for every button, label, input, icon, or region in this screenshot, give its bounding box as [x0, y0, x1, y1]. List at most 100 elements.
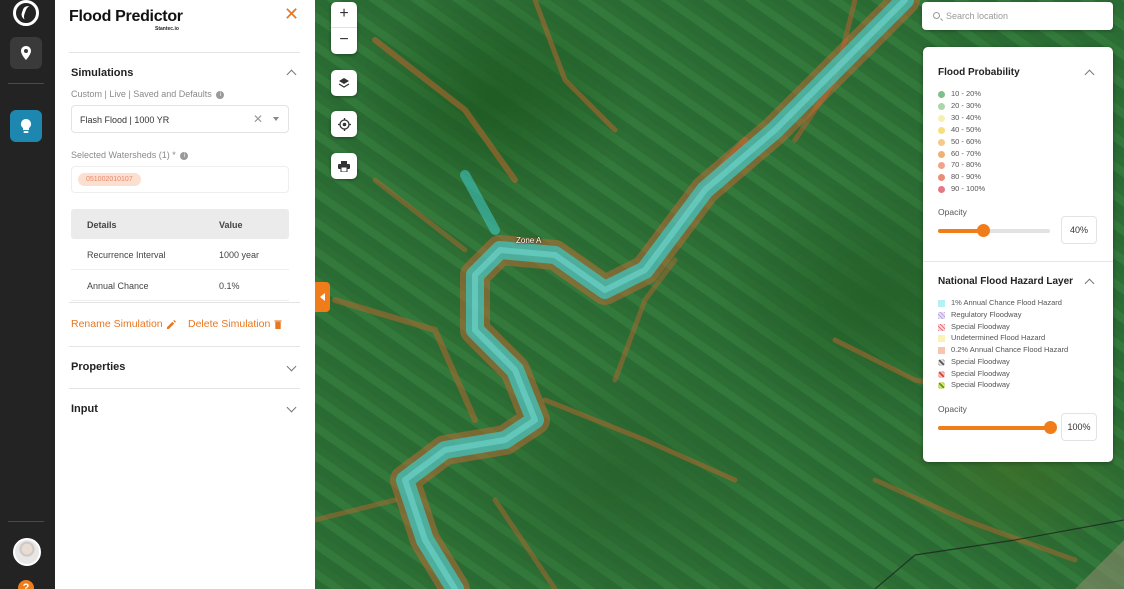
table-cell-detail: Recurrence Interval: [87, 250, 166, 260]
watershed-chip[interactable]: 051002010107: [78, 173, 141, 186]
chevron-down-icon[interactable]: [286, 402, 297, 413]
legend-swatch: [938, 381, 945, 389]
chevron-up-icon[interactable]: [286, 69, 297, 80]
slider-fill: [938, 426, 1050, 430]
chevron-down-icon[interactable]: [286, 361, 297, 372]
clear-icon[interactable]: ✕: [253, 112, 263, 126]
legend-swatch: [938, 114, 945, 122]
legend-swatch: [938, 138, 945, 146]
zone-label: Zone A: [516, 236, 542, 245]
rail-divider: [8, 521, 44, 522]
caret-down-icon[interactable]: [273, 117, 279, 121]
legend-swatch: [938, 173, 945, 181]
divider: [69, 302, 300, 303]
zoom-out-button[interactable]: −: [331, 28, 357, 54]
legend-item: 10 - 20%: [938, 89, 981, 98]
legend-item: Special Floodway: [938, 369, 1010, 378]
rename-simulation-button[interactable]: Rename Simulation: [71, 318, 176, 330]
watersheds-label: Selected Watersheds (1) * i: [71, 150, 189, 160]
legend-swatch: [938, 161, 945, 169]
legend-item: 60 - 70%: [938, 149, 981, 158]
legend-item: Special Floodway: [938, 380, 1010, 389]
table-cell-value: 1000 year: [219, 250, 260, 260]
chevron-up-icon[interactable]: [1084, 278, 1095, 289]
map-view[interactable]: + − Zone A Flood Probability 10 - 20% 20…: [315, 0, 1124, 589]
flood-probability-opacity-value[interactable]: 40%: [1061, 216, 1097, 244]
divider: [923, 261, 1113, 262]
zoom-in-button[interactable]: +: [331, 2, 357, 28]
search-location: [922, 2, 1113, 30]
rail-divider: [8, 83, 44, 84]
details-column-header: Details: [87, 220, 117, 230]
simulation-panel: Flood Predictor Stantec.io ✕ Simulations…: [55, 0, 315, 589]
map-pin-icon: [21, 46, 31, 60]
avatar[interactable]: [13, 538, 41, 566]
legend-item: 70 - 80%: [938, 160, 981, 169]
search-input[interactable]: [946, 8, 1101, 24]
properties-section-header[interactable]: Properties: [71, 361, 125, 373]
legend-item: 30 - 40%: [938, 113, 981, 122]
simulations-button[interactable]: [10, 110, 42, 142]
legend-item: 50 - 60%: [938, 137, 981, 146]
divider: [69, 388, 300, 389]
main-river: [390, 0, 920, 589]
info-icon[interactable]: i: [216, 90, 225, 99]
opacity-label: Opacity: [938, 404, 967, 414]
simulations-title: Simulations: [71, 67, 134, 79]
close-icon[interactable]: ✕: [284, 4, 299, 25]
legend-swatch: [938, 334, 945, 342]
table-row: Annual Chance 0.1%: [71, 270, 289, 301]
collapse-panel-toggle[interactable]: [315, 282, 330, 312]
legend-swatch: [938, 299, 945, 307]
details-table: Details Value Recurrence Interval 1000 y…: [71, 209, 289, 301]
locate-button[interactable]: [331, 111, 357, 137]
legend-swatch: [938, 150, 945, 158]
layers-icon: [338, 78, 350, 88]
legend-item: 20 - 30%: [938, 101, 981, 110]
layers-button[interactable]: [331, 70, 357, 96]
legend-swatch: [938, 90, 945, 98]
left-rail: ?: [0, 0, 55, 589]
map-pin-button[interactable]: [10, 37, 42, 69]
slider-thumb[interactable]: [1044, 421, 1057, 434]
legend-item: 40 - 50%: [938, 125, 981, 134]
input-section-header[interactable]: Input: [71, 403, 98, 415]
delete-simulation-button[interactable]: Delete Simulation: [188, 318, 282, 330]
watersheds-field[interactable]: 051002010107: [71, 166, 289, 193]
legend-item: 0.2% Annual Chance Flood Hazard: [938, 345, 1068, 354]
legend-item: 90 - 100%: [938, 184, 985, 193]
nfhl-opacity-slider[interactable]: [938, 421, 1057, 434]
opacity-label: Opacity: [938, 207, 967, 217]
legend-item: Undetermined Flood Hazard: [938, 333, 1045, 342]
legend-swatch: [938, 323, 945, 331]
slider-thumb[interactable]: [976, 224, 990, 237]
print-button[interactable]: [331, 153, 357, 179]
divider: [69, 52, 300, 53]
app-subtitle: Stantec.io: [155, 26, 179, 32]
legend-swatch: [938, 185, 945, 193]
nfhl-opacity-value[interactable]: 100%: [1061, 413, 1097, 441]
legend-item: Special Floodway: [938, 357, 1010, 366]
legend-swatch: [938, 370, 945, 378]
search-icon: [933, 12, 940, 19]
legend-swatch: [938, 358, 945, 366]
legend-swatch: [938, 102, 945, 110]
flood-probability-title: Flood Probability: [938, 67, 1020, 78]
simulation-source-label: Custom | Live | Saved and Defaults i: [71, 89, 225, 99]
help-icon[interactable]: ?: [18, 580, 34, 589]
legend-item: 1% Annual Chance Flood Hazard: [938, 298, 1062, 307]
divider: [69, 346, 300, 347]
legend-item: Special Floodway: [938, 322, 1010, 331]
crosshair-icon: [337, 117, 351, 131]
legend-item: Regulatory Floodway: [938, 310, 1021, 319]
table-cell-value: 0.1%: [219, 281, 240, 291]
legend-swatch: [938, 126, 945, 134]
simulation-select[interactable]: Flash Flood | 1000 YR ✕: [71, 105, 289, 133]
legend-swatch: [938, 311, 945, 319]
info-icon[interactable]: i: [180, 151, 189, 160]
legend-panel: Flood Probability 10 - 20% 20 - 30% 30 -…: [923, 47, 1113, 462]
chevron-up-icon[interactable]: [1084, 69, 1095, 80]
printer-icon: [338, 160, 350, 172]
stantec-logo-icon[interactable]: [13, 0, 39, 26]
flood-probability-opacity-slider[interactable]: [938, 224, 1050, 237]
